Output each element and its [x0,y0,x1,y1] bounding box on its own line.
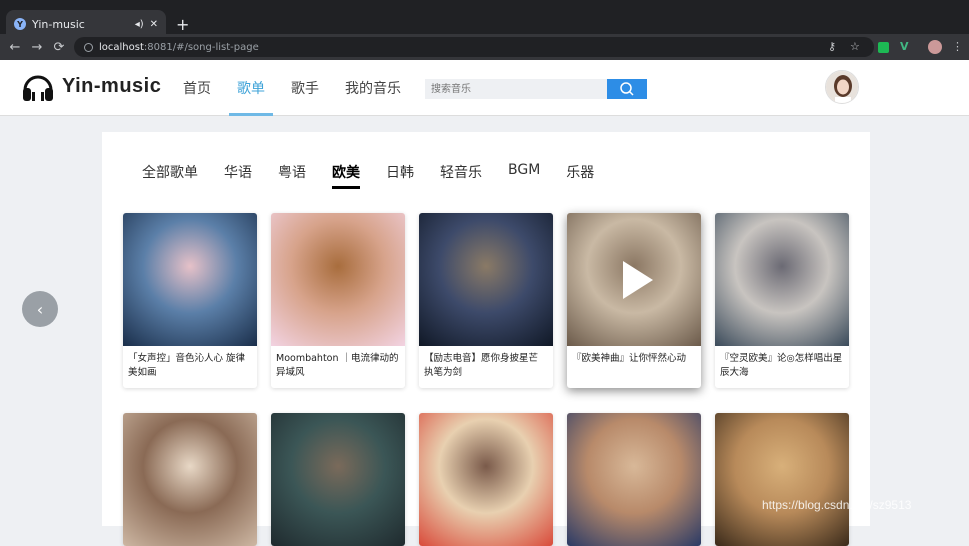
tab-all[interactable]: 全部歌单 [142,162,198,188]
reload-icon[interactable]: ⟳ [48,40,70,55]
tab-instrumental[interactable]: 乐器 [566,162,594,188]
watermark: https://blog.csdn.net/sz9513 [762,498,912,512]
headphones-icon [23,75,53,101]
star-icon[interactable]: ☆ [850,40,860,53]
playlist-cover-image[interactable] [123,213,257,346]
playlist-card[interactable]: 『空灵欧美』论◎怎样唱出星辰大海 [715,213,849,388]
playlist-cover-image[interactable] [419,413,553,546]
nav-item-singers[interactable]: 歌手 [278,60,332,116]
back-icon[interactable]: ← [4,40,26,55]
address-bar[interactable]: localhost:8081/#/song-list-page [74,37,874,57]
tab-jpkr[interactable]: 日韩 [386,162,414,188]
search-input[interactable] [425,79,607,99]
tab-title: Yin-music [32,17,85,31]
playlist-cover-image[interactable] [271,213,405,346]
tab-light-music[interactable]: 轻音乐 [440,162,482,188]
playlist-cover-image[interactable] [715,413,849,546]
playlist-cover-image[interactable] [419,213,553,346]
brand-name: Yin-music [62,74,162,97]
playlist-caption[interactable]: 『欧美神曲』让你怦然心动 [567,346,701,388]
nav-item-playlists[interactable]: 歌单 [224,60,278,116]
playlist-card[interactable] [567,413,701,546]
vue-devtools-icon[interactable]: V [900,40,909,53]
playlist-card[interactable]: 【励志电音】愿你身披星芒 执笔为剑 [419,213,553,388]
playlist-caption[interactable]: Moombahton ｜电流律动的异域风 [271,346,405,388]
new-tab-icon[interactable]: + [176,15,189,34]
play-icon[interactable] [623,260,653,299]
playlist-card[interactable]: 「女声控」音色沁人心 旋律美如画 [123,213,257,388]
playlist-card[interactable] [271,413,405,546]
tab-chinese[interactable]: 华语 [224,162,252,188]
user-avatar[interactable] [825,70,859,104]
forward-icon[interactable]: → [26,40,48,55]
audio-icon[interactable]: ◂) [135,19,144,30]
address-row: ← → ⟳ localhost:8081/#/song-list-page ⚷ … [0,34,969,60]
chevron-left-icon: ‹ [36,299,44,319]
main-nav: 首页 歌单 歌手 我的音乐 [170,60,414,116]
tab-strip: Y Yin-music ◂) ✕ + [0,6,969,38]
profile-icon[interactable] [928,40,942,54]
playlist-cover-image[interactable] [271,413,405,546]
extension-icon[interactable] [878,42,889,53]
tab-cantonese[interactable]: 粤语 [278,162,306,188]
playlist-caption[interactable]: 【励志电音】愿你身披星芒 执笔为剑 [419,346,553,388]
url-text[interactable]: localhost:8081/#/song-list-page [99,42,259,53]
nav-item-home[interactable]: 首页 [170,60,224,116]
browser-chrome: Y Yin-music ◂) ✕ + ← → ⟳ localhost:8081/… [0,0,969,60]
playlist-cover-image[interactable] [567,213,701,346]
playlist-card[interactable] [715,413,849,546]
favicon-icon: Y [14,18,26,30]
playlist-card[interactable] [419,413,553,546]
menu-icon[interactable]: ⋮ [952,40,963,53]
close-tab-icon[interactable]: ✕ [150,19,158,30]
tab-western[interactable]: 欧美 [332,162,360,189]
site-info-icon[interactable] [84,42,93,52]
playlist-cover-image[interactable] [123,413,257,546]
app-header: Yin-music 首页 歌单 歌手 我的音乐 [0,60,969,116]
logo[interactable]: Yin-music [20,68,161,104]
playlist-cover-image[interactable] [715,213,849,346]
key-icon[interactable]: ⚷ [828,40,836,53]
prev-arrow-button[interactable]: ‹ [22,291,58,327]
search-icon [620,82,634,96]
playlist-card[interactable] [123,413,257,546]
search-button[interactable] [607,79,647,99]
nav-item-my-music[interactable]: 我的音乐 [332,60,414,116]
playlist-cover-image[interactable] [567,413,701,546]
tab-bgm[interactable]: BGM [508,162,540,188]
playlist-card[interactable]: Moombahton ｜电流律动的异域风 [271,213,405,388]
playlist-caption[interactable]: 『空灵欧美』论◎怎样唱出星辰大海 [715,346,849,388]
search-box [425,79,647,99]
category-tabs: 全部歌单 华语 粤语 欧美 日韩 轻音乐 BGM 乐器 [142,162,620,189]
playlist-card[interactable]: 『欧美神曲』让你怦然心动 [567,213,701,388]
playlist-caption[interactable]: 「女声控」音色沁人心 旋律美如画 [123,346,257,388]
